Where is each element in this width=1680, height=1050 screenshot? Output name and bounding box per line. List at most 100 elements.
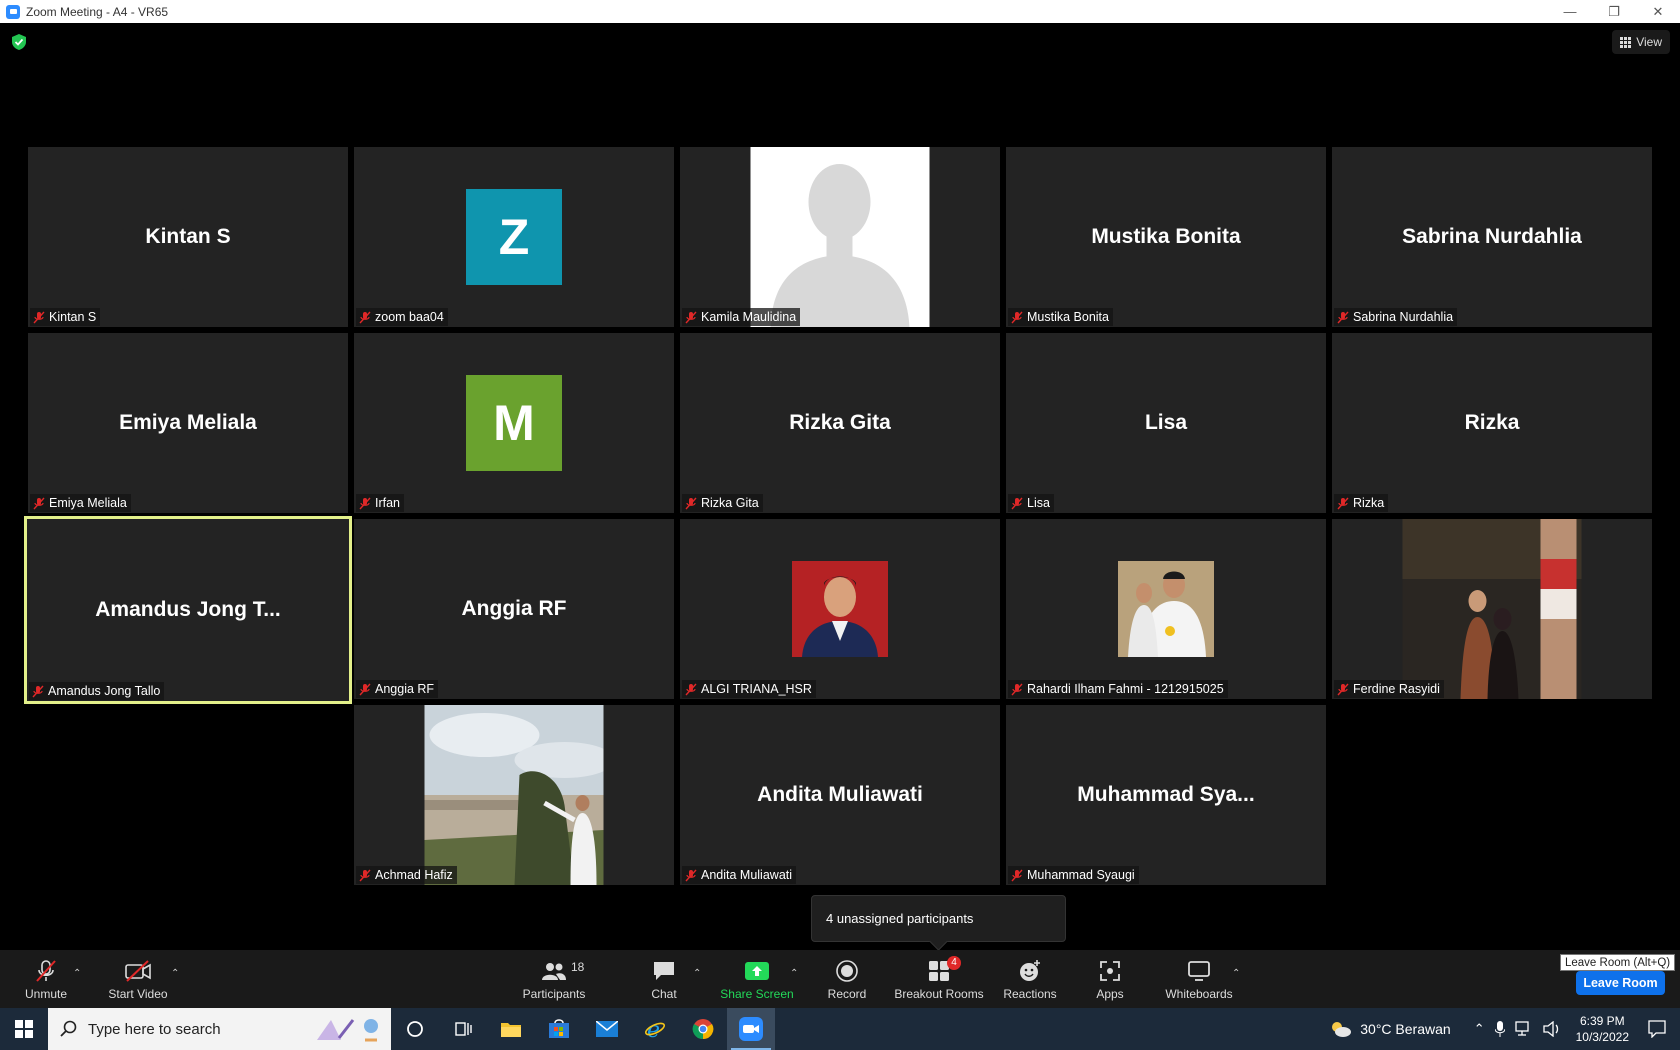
view-button-label: View [1636,35,1662,49]
task-view-button[interactable] [439,1008,487,1050]
participant-tile-lisa[interactable]: Lisa Lisa [1006,333,1326,513]
show-hidden-icons-chevron-icon[interactable]: ⌃ [1474,1021,1485,1037]
folder-icon [501,1023,521,1037]
task-view-icon [455,1022,472,1036]
participant-name-label: Rizka [1334,494,1389,512]
microphone-icon[interactable] [1494,1021,1505,1037]
mic-muted-icon [359,497,371,509]
participant-name-label: Sabrina Nurdahlia [1334,308,1458,326]
security-shield-icon[interactable] [12,34,26,50]
participant-display-name: Muhammad Sya... [1077,783,1255,806]
taskbar-search-box[interactable]: Type here to search [48,1008,391,1050]
breakout-rooms-button[interactable]: 4 Breakout Rooms [894,950,984,1008]
mic-muted-icon [685,497,697,509]
record-button[interactable]: Record [826,950,868,1008]
share-screen-icon [745,961,769,980]
participant-tile-mustika[interactable]: Mustika Bonita Mustika Bonita [1006,147,1326,327]
chat-options-caret[interactable]: ⌃ [693,968,701,979]
participant-name-label: Achmad Hafiz [356,866,457,884]
taskbar-clock[interactable]: 6:39 PM 10/3/2022 [1576,1013,1629,1045]
cortana-button[interactable] [391,1008,439,1050]
network-icon[interactable] [1514,1021,1533,1037]
whiteboards-button[interactable]: Whiteboards [1164,950,1234,1008]
participant-tile-kamila[interactable]: Kamila Maulidina [680,147,1000,327]
mic-muted-icon [359,869,371,881]
participant-tile-algi[interactable]: ALGI TRIANA_HSR [680,519,1000,699]
mic-muted-icon [36,959,56,982]
participant-tile-amandus[interactable]: Amandus Jong T... Amandus Jong Tallo [24,516,352,704]
mic-muted-icon [359,311,371,323]
mic-muted-icon [685,311,697,323]
mic-muted-icon [1011,497,1023,509]
minimize-button[interactable]: — [1548,0,1592,23]
whiteboard-icon [1188,960,1210,981]
participant-name-label: Anggia RF [356,680,439,698]
mic-muted-icon [32,685,44,697]
participant-tile-anggia[interactable]: Anggia RF Anggia RF [354,519,674,699]
reactions-button[interactable]: Reactions [1000,950,1060,1008]
file-explorer-button[interactable] [487,1008,535,1050]
participant-tile-rizka-gita[interactable]: Rizka Gita Rizka Gita [680,333,1000,513]
participant-name-label: Mustika Bonita [1008,308,1113,326]
participant-tile-irfan[interactable]: M Irfan [354,333,674,513]
mic-muted-icon [685,683,697,695]
participant-name-label: Rizka Gita [682,494,763,512]
share-screen-button[interactable]: Share Screen [720,950,794,1008]
participant-tile-achmad[interactable]: Achmad Hafiz [354,705,674,885]
zoom-taskbar-button[interactable] [727,1008,775,1050]
participant-tile-emiya[interactable]: Emiya Meliala Emiya Meliala [28,333,348,513]
leave-room-tooltip: Leave Room (Alt+Q) [1560,954,1676,971]
participant-name-label: Muhammad Syaugi [1008,866,1139,884]
volume-icon[interactable] [1542,1021,1561,1037]
participant-tile-ferdine[interactable]: Ferdine Rasyidi [1332,519,1652,699]
participants-button[interactable]: 18 Participants [520,950,588,1008]
search-highlight-icon [317,1019,378,1042]
windows-taskbar: Type here to search e 30°C Berawan ⌃ 6:3… [0,1008,1680,1050]
participant-name-label: Irfan [356,494,405,512]
participant-display-name: Sabrina Nurdahlia [1402,225,1582,248]
participant-display-name: Amandus Jong T... [95,598,281,621]
participant-display-name: Emiya Meliala [119,411,257,434]
participant-name-label: ALGI TRIANA_HSR [682,680,816,698]
participant-display-name: Mustika Bonita [1091,225,1241,248]
view-button[interactable]: View [1612,30,1670,54]
audio-options-caret[interactable]: ⌃ [73,968,81,979]
share-options-caret[interactable]: ⌃ [790,968,798,979]
participant-tile-rahardi[interactable]: Rahardi Ilham Fahmi - 1212915025 [1006,519,1326,699]
participant-display-name: Rizka [1464,411,1520,434]
participant-tile-rizka[interactable]: Rizka Rizka [1332,333,1652,513]
start-button[interactable] [0,1008,48,1050]
participant-tile-muhammad[interactable]: Muhammad Sya... Muhammad Syaugi [1006,705,1326,885]
mail-button[interactable] [583,1008,631,1050]
participant-tile-kintan[interactable]: Kintan S Kintan S [28,147,348,327]
participants-count: 18 [571,959,585,974]
search-placeholder: Type here to search [88,1020,221,1038]
microsoft-store-button[interactable] [535,1008,583,1050]
apps-button[interactable]: Apps [1090,950,1130,1008]
zoom-icon [739,1017,763,1041]
participant-name-label: Ferdine Rasyidi [1334,680,1444,698]
close-button[interactable]: ✕ [1636,0,1680,23]
mic-muted-icon [1337,683,1349,695]
weather-widget[interactable]: 30°C Berawan [1328,1019,1451,1039]
mic-muted-icon [359,683,371,695]
internet-explorer-icon: e [644,1018,666,1040]
restore-button[interactable]: ❐ [1592,0,1636,23]
leave-room-button[interactable]: Leave Room [1576,971,1665,995]
start-video-button[interactable]: Start Video [106,950,170,1008]
notifications-icon[interactable] [1648,1020,1666,1038]
unmute-button[interactable]: Unmute [20,950,72,1008]
whiteboards-options-caret[interactable]: ⌃ [1232,968,1240,979]
chat-button[interactable]: Chat [646,950,682,1008]
search-icon [60,1020,77,1037]
participant-tile-andita[interactable]: Andita Muliawati Andita Muliawati [680,705,1000,885]
participant-tile-sabrina[interactable]: Sabrina Nurdahlia Sabrina Nurdahlia [1332,147,1652,327]
participant-tile-zoom-baa04[interactable]: Z zoom baa04 [354,147,674,327]
internet-explorer-button[interactable]: e [631,1008,679,1050]
video-options-caret[interactable]: ⌃ [171,968,179,979]
participants-icon [542,962,566,980]
chrome-button[interactable] [679,1008,727,1050]
participant-display-name: Andita Muliawati [757,783,923,806]
clock-date: 10/3/2022 [1575,1030,1629,1044]
participant-name-label: Amandus Jong Tallo [29,682,165,700]
